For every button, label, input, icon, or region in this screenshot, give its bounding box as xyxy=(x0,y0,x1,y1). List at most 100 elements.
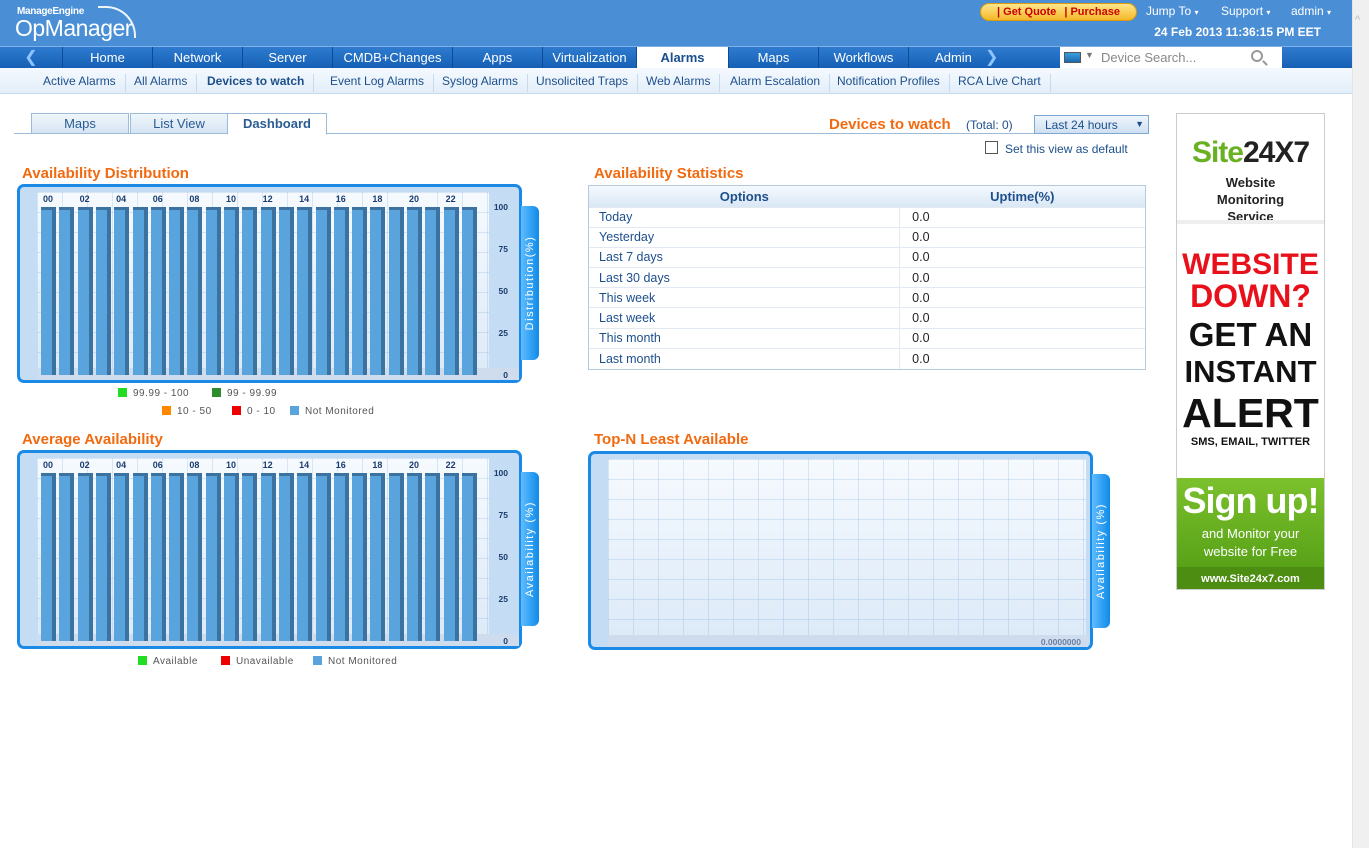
subnav-notification-profiles[interactable]: Notification Profiles xyxy=(828,74,950,92)
bar[interactable] xyxy=(59,207,75,375)
device-search[interactable]: ▼ Device Search... xyxy=(1060,47,1282,69)
tab-maps[interactable]: Maps xyxy=(31,113,129,134)
nav-tab-maps[interactable]: Maps xyxy=(728,47,818,69)
bar[interactable] xyxy=(77,473,93,641)
bar[interactable] xyxy=(77,207,93,375)
default-view-checkbox[interactable] xyxy=(985,141,998,154)
support-menu[interactable]: Support ▾ xyxy=(1221,4,1270,18)
bar[interactable] xyxy=(352,473,368,641)
subnav-web-alarms[interactable]: Web Alarms xyxy=(637,74,721,92)
bar[interactable] xyxy=(260,207,276,375)
bar[interactable] xyxy=(132,473,148,641)
bar[interactable] xyxy=(224,207,239,375)
nav-scroll-right-icon[interactable]: ❯ xyxy=(985,47,998,68)
bar[interactable] xyxy=(114,207,130,375)
subnav-unsolicited-traps[interactable]: Unsolicited Traps xyxy=(527,74,639,92)
bar[interactable] xyxy=(461,473,477,641)
bar[interactable] xyxy=(297,473,313,641)
bar[interactable] xyxy=(370,473,386,641)
bar[interactable] xyxy=(407,473,422,641)
bar[interactable] xyxy=(169,207,185,375)
x-tick-label: 04 xyxy=(116,194,127,204)
tab-list-view[interactable]: List View xyxy=(130,113,228,134)
nav-tab-cmdb-changes[interactable]: CMDB+Changes xyxy=(332,47,452,69)
bar[interactable] xyxy=(224,473,239,641)
chevron-down-icon[interactable]: ▼ xyxy=(1085,50,1094,60)
bar[interactable] xyxy=(315,473,331,641)
bar[interactable] xyxy=(297,207,313,375)
subnav-all-alarms[interactable]: All Alarms xyxy=(125,74,198,92)
chevron-down-icon: ▼ xyxy=(1135,119,1144,129)
bar[interactable] xyxy=(95,207,111,375)
bar[interactable] xyxy=(443,473,459,641)
ad-text: and Monitor your xyxy=(1201,526,1300,541)
bar[interactable] xyxy=(333,207,349,375)
bar[interactable] xyxy=(333,473,349,641)
nav-tab-alarms[interactable]: Alarms xyxy=(636,47,728,69)
bar[interactable] xyxy=(388,207,404,375)
ad-signup-block[interactable]: Sign up! and Monitor your website for Fr… xyxy=(1177,478,1324,589)
bar[interactable] xyxy=(59,473,75,641)
purchase-link[interactable]: | Purchase xyxy=(1064,6,1120,18)
bar[interactable] xyxy=(425,473,441,641)
bar[interactable] xyxy=(114,473,130,641)
bar[interactable] xyxy=(461,207,477,375)
x-tick-label: 06 xyxy=(152,460,163,470)
get-quote-link[interactable]: | Get Quote xyxy=(997,6,1056,18)
bar[interactable] xyxy=(443,207,459,375)
bar[interactable] xyxy=(187,473,203,641)
bar[interactable] xyxy=(425,207,441,375)
site24x7-ad-banner[interactable]: Site24X7 Website Monitoring Service WEBS… xyxy=(1176,113,1325,590)
nav-tab-home[interactable]: Home xyxy=(62,47,152,69)
bar[interactable] xyxy=(278,207,294,375)
bar[interactable] xyxy=(187,207,203,375)
bar[interactable] xyxy=(41,473,56,641)
bar[interactable] xyxy=(407,207,422,375)
bar[interactable] xyxy=(242,473,258,641)
bar[interactable] xyxy=(95,473,111,641)
legend-swatch xyxy=(118,388,127,397)
chart-frame: 00 02 04 06 08 10 12 14 16 18 20 22 100 75 50 25 0 xyxy=(17,450,522,649)
subnav-active-alarms[interactable]: Active Alarms xyxy=(34,74,126,92)
subnav-event-log-alarms[interactable]: Event Log Alarms xyxy=(321,74,435,92)
stat-option: This month xyxy=(589,327,900,349)
bar[interactable] xyxy=(205,207,221,375)
vertical-scrollbar[interactable] xyxy=(1352,0,1369,848)
user-menu[interactable]: admin ▾ xyxy=(1291,4,1331,18)
nav-tab-workflows[interactable]: Workflows xyxy=(818,47,908,69)
bar[interactable] xyxy=(132,207,148,375)
bar[interactable] xyxy=(169,473,185,641)
stat-option: Last 7 days xyxy=(589,246,900,268)
bar[interactable] xyxy=(370,207,386,375)
subnav-devices-to-watch[interactable]: Devices to watch xyxy=(198,74,315,92)
device-search-input[interactable]: Device Search... xyxy=(1101,50,1196,65)
jump-to-menu[interactable]: Jump To ▾ xyxy=(1146,4,1199,18)
y-axis-label: Distribution(%) xyxy=(521,206,539,360)
bar[interactable] xyxy=(278,473,294,641)
bar[interactable] xyxy=(352,207,368,375)
nav-scroll-left-icon[interactable]: ❮ xyxy=(0,47,62,69)
nav-tab-server[interactable]: Server xyxy=(242,47,332,69)
legend-swatch xyxy=(290,406,299,415)
bar[interactable] xyxy=(242,207,258,375)
nav-tab-virtualization[interactable]: Virtualization xyxy=(542,47,636,69)
bar[interactable] xyxy=(41,207,56,375)
bar[interactable] xyxy=(260,473,276,641)
bar[interactable] xyxy=(205,473,221,641)
scroll-up-icon[interactable]: ^ xyxy=(1355,14,1360,26)
monitor-icon[interactable] xyxy=(1064,52,1081,63)
subnav-alarm-escalation[interactable]: Alarm Escalation xyxy=(721,74,831,92)
datetime: 24 Feb 2013 11:36:15 PM EET xyxy=(1154,25,1321,39)
bar[interactable] xyxy=(150,207,166,375)
subnav-rca-live-chart[interactable]: RCA Live Chart xyxy=(949,74,1051,92)
ad-text: INSTANT xyxy=(1184,354,1317,389)
nav-tab-apps[interactable]: Apps xyxy=(452,47,542,69)
bar[interactable] xyxy=(388,473,404,641)
bar[interactable] xyxy=(315,207,331,375)
bar[interactable] xyxy=(150,473,166,641)
time-range-select[interactable]: Last 24 hours ▼ xyxy=(1034,115,1149,134)
search-icon[interactable] xyxy=(1251,50,1263,62)
nav-tab-network[interactable]: Network xyxy=(152,47,242,69)
subnav-syslog-alarms[interactable]: Syslog Alarms xyxy=(433,74,529,92)
tab-dashboard[interactable]: Dashboard xyxy=(227,113,327,135)
